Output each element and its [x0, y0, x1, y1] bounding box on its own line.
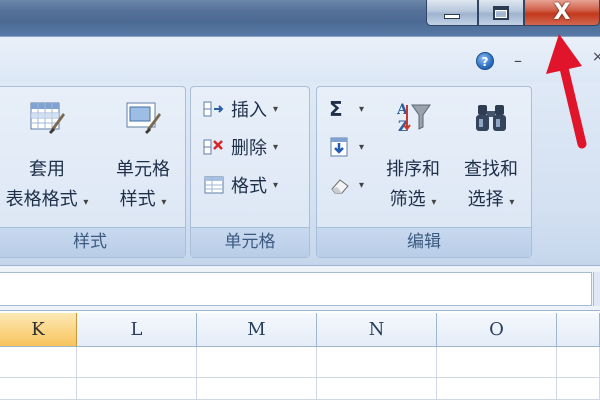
- grid-cell[interactable]: [437, 347, 557, 378]
- chevron-down-icon: ▾: [161, 197, 167, 208]
- grid-cell[interactable]: [197, 378, 317, 400]
- chevron-down-icon: ▾: [431, 197, 437, 208]
- editing-group-label: 编辑: [317, 227, 531, 257]
- clear-button[interactable]: ▾: [329, 171, 364, 199]
- sort-filter-label-2: 筛选: [389, 189, 426, 210]
- find-select-label-1: 查找和: [464, 159, 518, 180]
- editing-group: Σ ▾ ▾ ▾ A Z 排序和 筛选 ▾ 查找和 选择 ▾ 编辑: [316, 86, 532, 258]
- styles-group: 套用 表格格式 ▾ 单元格 样式 ▾ 样式: [0, 86, 186, 258]
- insert-button[interactable]: 插入 ▾: [203, 95, 278, 123]
- grid-cell[interactable]: [557, 347, 600, 378]
- chevron-down-icon: ▾: [273, 179, 279, 191]
- format-cells-icon: [204, 176, 224, 194]
- cell-style-icon: [126, 102, 161, 134]
- fill-button[interactable]: ▾: [329, 133, 364, 161]
- close-window-button[interactable]: X: [524, 0, 600, 26]
- formula-input[interactable]: [0, 272, 592, 306]
- format-button[interactable]: 格式 ▾: [203, 171, 278, 199]
- delete-cells-icon: [203, 139, 223, 155]
- ribbon: 套用 表格格式 ▾ 单元格 样式 ▾ 样式 插入 ▾ 删除 ▾ 格式 ▾ 单元格…: [0, 82, 600, 265]
- column-header-n[interactable]: N: [317, 313, 437, 347]
- table-format-icon: [30, 102, 65, 134]
- format-label: 格式: [231, 176, 267, 197]
- column-header-m[interactable]: M: [197, 313, 317, 347]
- format-as-table-label-2: 表格格式: [5, 189, 78, 210]
- close-icon: X: [553, 0, 571, 25]
- chevron-down-icon: ▾: [83, 197, 89, 208]
- column-header-k[interactable]: K: [0, 313, 77, 347]
- sigma-icon: Σ: [329, 97, 343, 121]
- grid-cell[interactable]: [77, 378, 197, 400]
- chevron-down-icon: ▾: [273, 103, 279, 115]
- ribbon-tab-row: ? – ×: [0, 36, 600, 82]
- column-header-next[interactable]: [557, 313, 600, 347]
- grid-cell[interactable]: [77, 347, 197, 378]
- cells-group-label: 单元格: [191, 227, 309, 257]
- grid-cell[interactable]: [557, 378, 600, 400]
- chevron-down-icon: ▾: [359, 103, 365, 115]
- formula-bar: [0, 265, 600, 311]
- chevron-down-icon: ▾: [509, 197, 515, 208]
- grid-cell[interactable]: [0, 347, 77, 378]
- find-select-label-2: 选择: [467, 189, 504, 210]
- annotation-arrow-icon: [546, 34, 587, 149]
- chevron-down-icon: ▾: [359, 179, 365, 191]
- delete-label: 删除: [231, 138, 267, 159]
- insert-label: 插入: [231, 100, 267, 121]
- styles-group-label: 样式: [0, 227, 185, 257]
- formula-bar-expand-button[interactable]: [593, 272, 600, 306]
- cells-group: 插入 ▾ 删除 ▾ 格式 ▾ 单元格: [190, 86, 310, 258]
- sort-filter-icon: A Z: [396, 102, 431, 135]
- format-as-table-label-1: 套用: [29, 159, 65, 180]
- find-select-button[interactable]: 查找和 选择 ▾: [453, 99, 529, 218]
- minimize-window-button[interactable]: [426, 0, 478, 26]
- title-bar: X: [0, 0, 600, 36]
- chevron-down-icon: ▾: [273, 141, 279, 153]
- minimize-ribbon-button[interactable]: –: [514, 51, 522, 70]
- column-header-l[interactable]: L: [77, 313, 197, 347]
- sort-filter-label-1: 排序和: [386, 159, 440, 180]
- restore-icon: [493, 5, 509, 20]
- grid-cell[interactable]: [197, 347, 317, 378]
- grid-cell[interactable]: [317, 347, 437, 378]
- autosum-button[interactable]: Σ ▾: [329, 95, 364, 123]
- insert-cells-icon: [203, 101, 224, 117]
- eraser-icon: [331, 179, 349, 194]
- help-icon[interactable]: ?: [476, 52, 494, 70]
- fill-down-icon: [330, 137, 348, 157]
- cell-styles-label-1: 单元格: [116, 159, 170, 180]
- cell-styles-button[interactable]: 单元格 样式 ▾: [105, 99, 181, 218]
- binoculars-icon: [476, 105, 506, 131]
- grid-cell[interactable]: [437, 378, 557, 400]
- cell-styles-label-2: 样式: [119, 189, 156, 210]
- grid-cell[interactable]: [0, 378, 77, 400]
- sort-filter-button[interactable]: A Z 排序和 筛选 ▾: [375, 99, 451, 218]
- minimize-icon: [444, 14, 460, 19]
- restore-window-button[interactable]: [478, 0, 524, 26]
- chevron-down-icon: ▾: [359, 141, 365, 153]
- format-as-table-button[interactable]: 套用 表格格式 ▾: [0, 99, 99, 218]
- column-header-o[interactable]: O: [437, 313, 557, 347]
- delete-button[interactable]: 删除 ▾: [203, 133, 278, 161]
- grid-cell[interactable]: [317, 378, 437, 400]
